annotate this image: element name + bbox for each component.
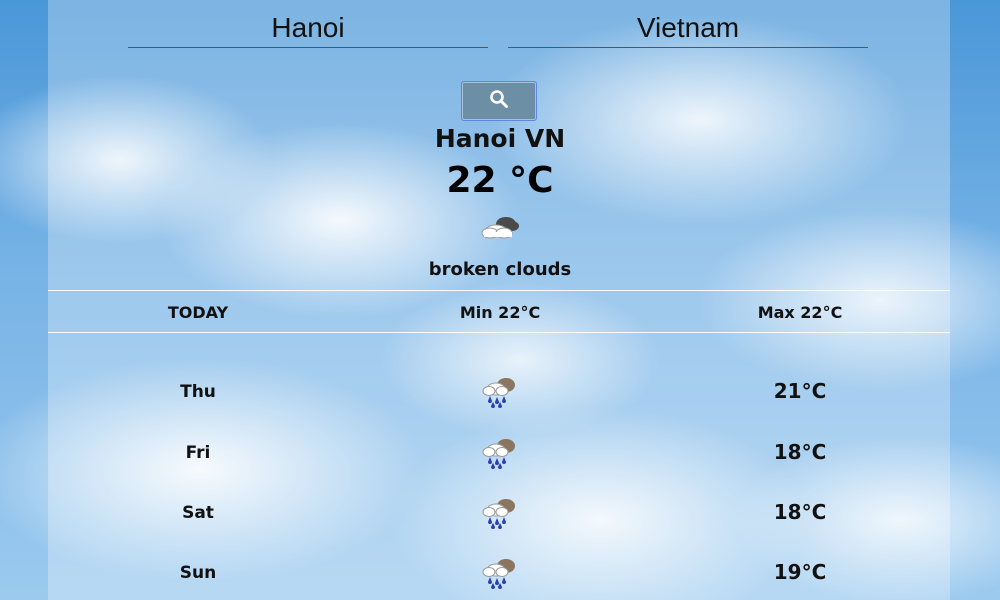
rain-cloud-icon <box>480 374 520 408</box>
broken-clouds-icon <box>478 210 522 242</box>
rain-cloud-icon <box>480 495 520 529</box>
location-title: Hanoi VN <box>434 124 566 153</box>
rain-cloud-icon <box>480 555 520 589</box>
country-input[interactable] <box>508 8 868 48</box>
forecast-temp: 21°C <box>773 379 827 403</box>
rain-cloud-icon <box>480 435 520 469</box>
forecast-day: Fri <box>185 443 211 463</box>
today-max-temp: Max 22°C <box>757 303 843 322</box>
forecast-temp: 19°C <box>773 560 827 584</box>
weather-description: broken clouds <box>428 259 572 280</box>
city-input[interactable] <box>128 8 488 48</box>
forecast-row: Fri 18°C <box>48 435 950 475</box>
forecast-day: Sun <box>179 563 217 583</box>
forecast-row: Thu 21°C <box>48 374 950 414</box>
today-min-temp: Min 22°C <box>459 303 541 322</box>
forecast-day: Thu <box>180 382 216 402</box>
today-label: TODAY <box>167 303 229 322</box>
forecast-row: Sun 19°C <box>48 555 950 595</box>
current-temperature: 22 °C <box>446 160 554 201</box>
forecast-day: Sat <box>182 503 214 523</box>
forecast-temp: 18°C <box>773 500 827 524</box>
search-button[interactable] <box>461 81 537 121</box>
today-summary-row: TODAY Min 22°C Max 22°C <box>48 291 950 333</box>
forecast-temp: 18°C <box>773 440 827 464</box>
divider-bottom <box>48 332 950 333</box>
search-icon <box>489 89 509 113</box>
forecast-row: Sat 18°C <box>48 495 950 535</box>
